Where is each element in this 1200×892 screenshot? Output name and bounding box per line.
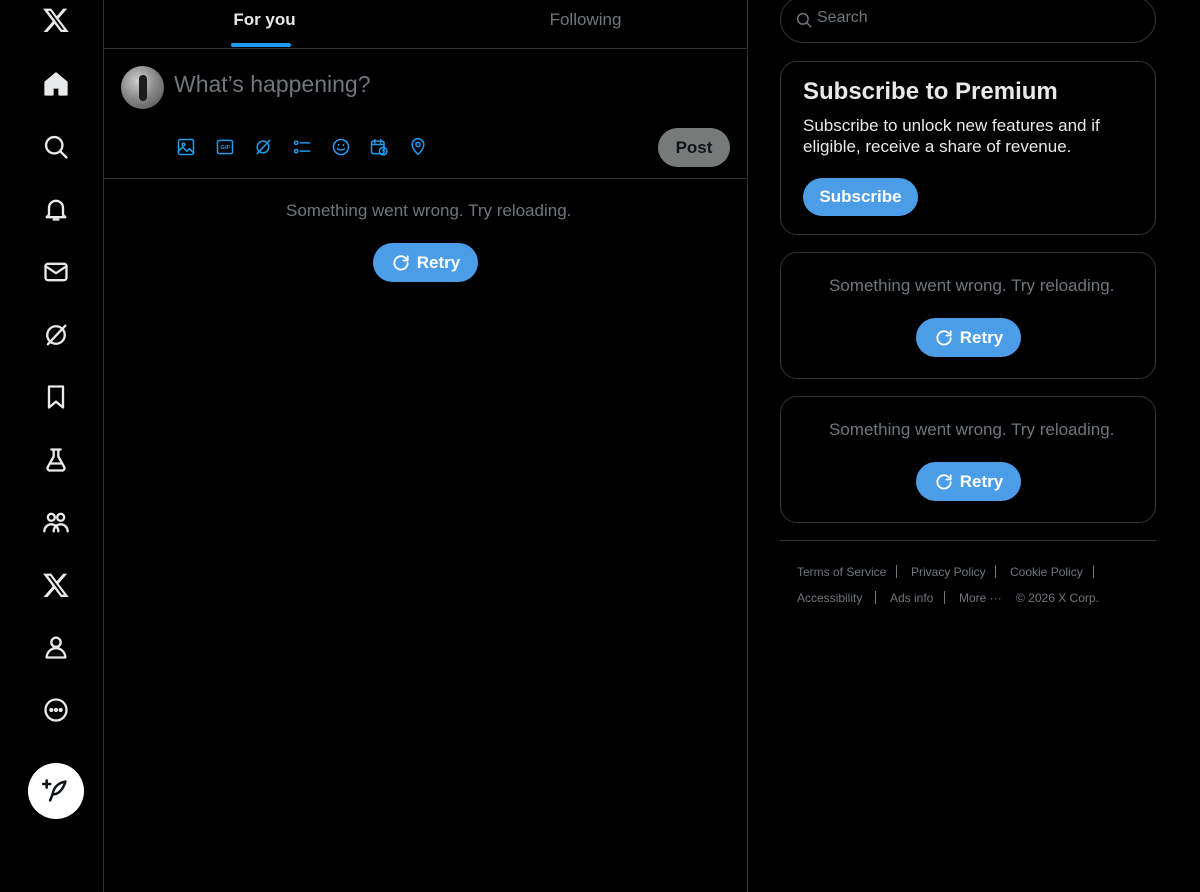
retry-label: Retry [416, 252, 461, 272]
explore-icon[interactable] [28, 119, 84, 175]
search-input[interactable] [817, 9, 1137, 27]
app: For you Following GIF [0, 0, 1200, 892]
refresh-icon [936, 473, 952, 490]
poll-icon[interactable] [290, 135, 314, 159]
grok-icon[interactable] [28, 307, 84, 363]
bookmarks-icon[interactable] [28, 369, 84, 425]
main-column: For you Following GIF [104, 0, 748, 892]
footer-separator [1093, 565, 1094, 578]
timeline-tabs: For you Following [104, 0, 747, 49]
location-icon[interactable] [406, 135, 430, 159]
tab-for-you[interactable]: For you [104, 0, 425, 48]
refresh-icon [936, 329, 952, 346]
post-button[interactable]: Post [658, 128, 730, 167]
widget-retry-button[interactable]: Retry [916, 462, 1021, 501]
footer-link-terms[interactable]: Terms of Service [797, 565, 886, 579]
home-icon[interactable] [28, 56, 84, 112]
footer-divider [780, 540, 1156, 541]
premium-x-icon[interactable] [28, 557, 84, 613]
footer-separator [896, 565, 897, 578]
search-icon [796, 12, 812, 28]
retry-label: Retry [959, 471, 1004, 491]
feed-error-text: Something went wrong. Try reloading. [286, 201, 572, 220]
footer-link-ads-info[interactable]: Ads info [890, 591, 933, 605]
notifications-icon[interactable] [28, 181, 84, 237]
premium-description: Subscribe to unlock new features and if … [803, 116, 1100, 156]
svg-text:GIF: GIF [220, 145, 230, 151]
premium-title: Subscribe to Premium [803, 78, 1058, 105]
emoji-icon[interactable] [329, 135, 353, 159]
widget-retry-button[interactable]: Retry [916, 318, 1021, 357]
x-logo-icon[interactable] [28, 0, 84, 48]
widget-error-text: Something went wrong. Try reloading. [829, 276, 1115, 295]
footer-link-privacy[interactable]: Privacy Policy [911, 565, 986, 579]
tab-following[interactable]: Following [425, 0, 746, 48]
footer-separator [875, 591, 876, 604]
footer-link-more[interactable]: More ··· [959, 591, 1002, 605]
post-composer: GIF Post [104, 49, 747, 179]
footer-separator [995, 565, 996, 578]
more-icon[interactable] [28, 682, 84, 738]
composer-input[interactable] [174, 71, 674, 98]
schedule-icon[interactable] [367, 135, 391, 159]
grok-icon[interactable] [251, 135, 275, 159]
messages-icon[interactable] [28, 244, 84, 300]
avatar[interactable] [121, 66, 164, 109]
active-tab-indicator [231, 43, 291, 47]
widget-card-1: Something went wrong. Try reloading. Ret… [780, 252, 1156, 379]
gif-icon[interactable]: GIF [213, 135, 237, 159]
footer-separator [944, 591, 945, 604]
communities-icon[interactable] [28, 494, 84, 550]
footer-copyright: © 2026 X Corp. [1016, 591, 1099, 605]
premium-card: Subscribe to Premium Subscribe to unlock… [780, 61, 1156, 235]
media-icon[interactable] [174, 135, 198, 159]
footer-link-accessibility[interactable]: Accessibility [797, 591, 862, 605]
widget-error-text: Something went wrong. Try reloading. [829, 420, 1115, 439]
profile-icon[interactable] [28, 619, 84, 675]
compose-post-button[interactable] [28, 763, 84, 819]
footer-link-cookie[interactable]: Cookie Policy [1010, 565, 1083, 579]
subscribe-button[interactable]: Subscribe [803, 178, 918, 216]
feather-plus-icon [42, 779, 67, 802]
search-box[interactable] [780, 0, 1156, 43]
left-nav [0, 0, 104, 892]
labs-icon[interactable] [28, 432, 84, 488]
refresh-icon [393, 254, 409, 271]
feed-retry-button[interactable]: Retry [373, 243, 478, 282]
retry-label: Retry [959, 327, 1004, 347]
widget-card-2: Something went wrong. Try reloading. Ret… [780, 396, 1156, 523]
